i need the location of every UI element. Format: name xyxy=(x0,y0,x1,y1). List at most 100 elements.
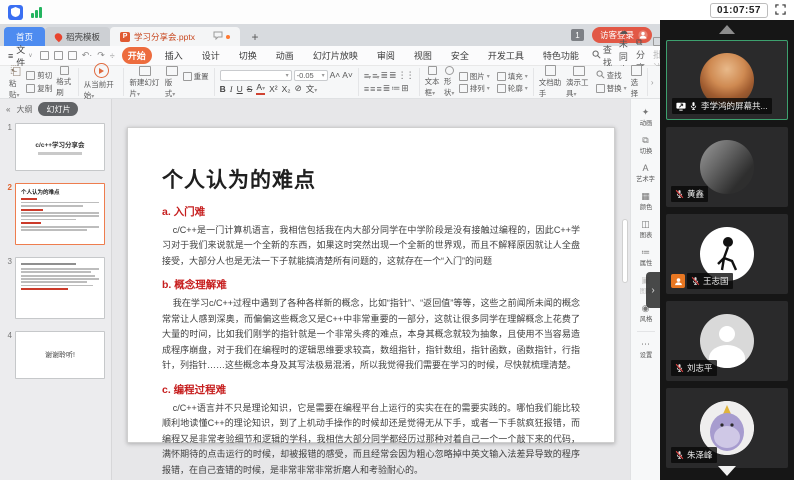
ribbon-tab-home[interactable]: 开始 xyxy=(122,47,152,64)
meeting-panel-collapse-handle[interactable]: › xyxy=(646,272,660,308)
indent-icon[interactable]: ≣ xyxy=(389,70,396,81)
security-shield-icon[interactable] xyxy=(8,5,23,20)
font-name-input[interactable]: ▾ xyxy=(220,70,292,81)
notification-badge[interactable]: 1 xyxy=(571,29,584,41)
stats-bars-icon[interactable] xyxy=(31,6,42,18)
bullets-icon[interactable]: ≡▾ xyxy=(364,71,370,81)
new-tab-button[interactable]: + xyxy=(246,28,264,46)
clear-format-icon[interactable]: ⊘ xyxy=(295,83,302,94)
tab-document[interactable]: P 学习分享会.pptx xyxy=(110,27,240,46)
copy-button[interactable]: 复制 xyxy=(26,83,52,94)
picture-button[interactable]: 图片▾ xyxy=(459,71,490,82)
quick-access-toolbar: ↶· ↷ ÷ xyxy=(40,50,115,61)
rail-chart-button[interactable]: ◫图表 xyxy=(639,219,653,240)
undo-icon[interactable]: ↶· xyxy=(82,50,93,61)
shape-button[interactable]: 形状▾ xyxy=(444,66,455,98)
decrease-font-icon[interactable]: A˅ xyxy=(342,70,353,80)
ribbon-search-button[interactable]: 查找 xyxy=(592,43,612,69)
participant-tile[interactable]: 朱泽峰 xyxy=(666,388,788,468)
increase-font-icon[interactable]: A˄ xyxy=(330,70,341,80)
cut-button[interactable]: 剪切 xyxy=(26,70,52,81)
rail-animation-button[interactable]: ✦动画 xyxy=(639,107,653,128)
pptx-file-icon: P xyxy=(120,32,130,42)
canvas-scrollbar[interactable] xyxy=(622,219,628,369)
layout-button[interactable]: 版式▾ xyxy=(165,66,179,99)
participant-tile-sharing[interactable]: 李学鸿的屏幕共... xyxy=(666,40,788,120)
ribbon-tab-devtools[interactable]: 开发工具 xyxy=(482,47,530,64)
participant-tile[interactable]: 刘志平 xyxy=(666,301,788,381)
format-painter-button[interactable]: 格式刷 xyxy=(56,66,73,98)
font-color-button[interactable]: A▾ xyxy=(256,83,265,95)
participant-tile[interactable]: 黄鑫 xyxy=(666,127,788,207)
align-right-icon[interactable]: ≡ xyxy=(376,84,380,94)
numbering-icon[interactable]: ≡▾ xyxy=(372,71,378,81)
align-center-icon[interactable]: ≡ xyxy=(370,84,374,94)
highlight-button[interactable]: 文▾ xyxy=(306,83,318,95)
underline-button[interactable]: U xyxy=(237,84,243,94)
slide-thumbnail-3[interactable] xyxy=(15,257,105,319)
find-button[interactable]: 查找 xyxy=(596,70,627,81)
slide-thumbnail-4[interactable]: 谢谢聆听! xyxy=(15,331,105,379)
slide-thumbnail-1[interactable]: c/c++学习分享会 xyxy=(15,123,105,171)
italic-button[interactable]: I xyxy=(230,84,233,94)
scroll-down-arrow[interactable] xyxy=(718,466,736,476)
new-slide-button[interactable]: 新建幻灯片▾ xyxy=(129,66,160,99)
select-button[interactable]: 选择 xyxy=(631,65,643,99)
text-box-button[interactable]: 文本框▾ xyxy=(425,66,440,98)
present-tools-button[interactable]: 演示工具▾ xyxy=(566,66,592,99)
slide-card[interactable]: 个人认为的难点 a. 入门难 c/C++是一门计算机语言，我相信包括我在内大部分… xyxy=(127,127,615,443)
superscript-button[interactable]: X² xyxy=(269,84,278,94)
ribbon-tab-review[interactable]: 审阅 xyxy=(371,47,401,64)
save-icon[interactable] xyxy=(40,51,49,60)
participant-tile[interactable]: 王志国 xyxy=(666,214,788,294)
ribbon-tab-slideshow[interactable]: 幻灯片放映 xyxy=(307,47,364,64)
text-direction-icon[interactable]: ⋮⋮ xyxy=(398,70,414,81)
panel-collapse-icon[interactable]: « xyxy=(6,105,10,114)
bold-button[interactable]: B xyxy=(220,84,226,94)
ribbon-tab-features[interactable]: 特色功能 xyxy=(537,47,585,64)
align-left-icon[interactable]: ≡ xyxy=(364,84,368,94)
play-group: 从当前开始▾ xyxy=(79,68,125,96)
ribbon-tab-transition[interactable]: 切换 xyxy=(233,47,263,64)
ribbon-tab-design[interactable]: 设计 xyxy=(196,47,226,64)
arrange-button[interactable]: 排列▾ xyxy=(459,83,490,94)
toolbar-expander[interactable]: › xyxy=(647,68,656,96)
rail-settings-button[interactable]: ⋯设置 xyxy=(639,339,653,360)
rail-wordart-button[interactable]: A艺术字 xyxy=(635,163,656,184)
fullscreen-icon[interactable] xyxy=(775,4,786,17)
print-icon[interactable] xyxy=(54,51,63,60)
preview-icon[interactable] xyxy=(68,51,77,60)
line-spacing-icon[interactable]: ≔ xyxy=(391,83,399,94)
slide-canvas[interactable]: 个人认为的难点 a. 入门难 c/C++是一门计算机语言，我相信包括我在内大部分… xyxy=(112,99,630,480)
ribbon-tab-insert[interactable]: 插入 xyxy=(159,47,189,64)
paste-button[interactable]: ⎗ 粘贴▾ xyxy=(9,64,22,100)
outdent-icon[interactable]: ≣ xyxy=(380,70,387,81)
font-size-input[interactable]: -0.05▾ xyxy=(294,70,328,81)
ribbon-tab-animation[interactable]: 动画 xyxy=(270,47,300,64)
rail-color-button[interactable]: ▦颜色 xyxy=(639,191,653,212)
slides-tab[interactable]: 幻灯片 xyxy=(38,102,78,116)
replace-button[interactable]: 替换▾ xyxy=(596,83,627,94)
fill-button[interactable]: 填充▾ xyxy=(497,71,528,82)
tab-docer-templates[interactable]: 稻壳模板 xyxy=(45,27,110,46)
outline-tab[interactable]: 大纲 xyxy=(16,104,32,115)
ribbon-tab-view[interactable]: 视图 xyxy=(408,47,438,64)
outline-shape-button[interactable]: 轮廓▾ xyxy=(497,83,528,94)
play-from-current-button[interactable]: 从当前开始▾ xyxy=(84,63,119,101)
strikethrough-button[interactable]: S xyxy=(247,84,253,94)
paragraph-group: ≡▾ ≡▾ ≣ ≣ ⋮⋮ ≡ ≡ ≡ ≣ ≔ ⊞ xyxy=(359,68,420,96)
subscript-button[interactable]: X₂ xyxy=(282,84,291,94)
scroll-up-arrow[interactable] xyxy=(719,25,735,34)
comment-bubble-icon[interactable] xyxy=(213,31,223,42)
rail-transition-button[interactable]: ⧉切换 xyxy=(639,135,653,156)
reset-button[interactable]: 重置 xyxy=(183,71,209,82)
rail-properties-button[interactable]: ≔属性 xyxy=(639,247,653,268)
redo-icon[interactable]: ↷ xyxy=(97,50,105,61)
slide-thumbnail-2-selected[interactable]: 个人认为的难点 xyxy=(15,183,105,245)
justify-icon[interactable]: ≣ xyxy=(383,83,390,94)
quick-more-icon[interactable]: ÷ xyxy=(110,51,115,61)
columns-icon[interactable]: ⊞ xyxy=(401,83,408,94)
thumbnail-row-2: 2 个人认为的难点 xyxy=(4,183,105,245)
ribbon-tab-security[interactable]: 安全 xyxy=(445,47,475,64)
doc-assistant-button[interactable]: 文档助手 xyxy=(539,65,562,99)
